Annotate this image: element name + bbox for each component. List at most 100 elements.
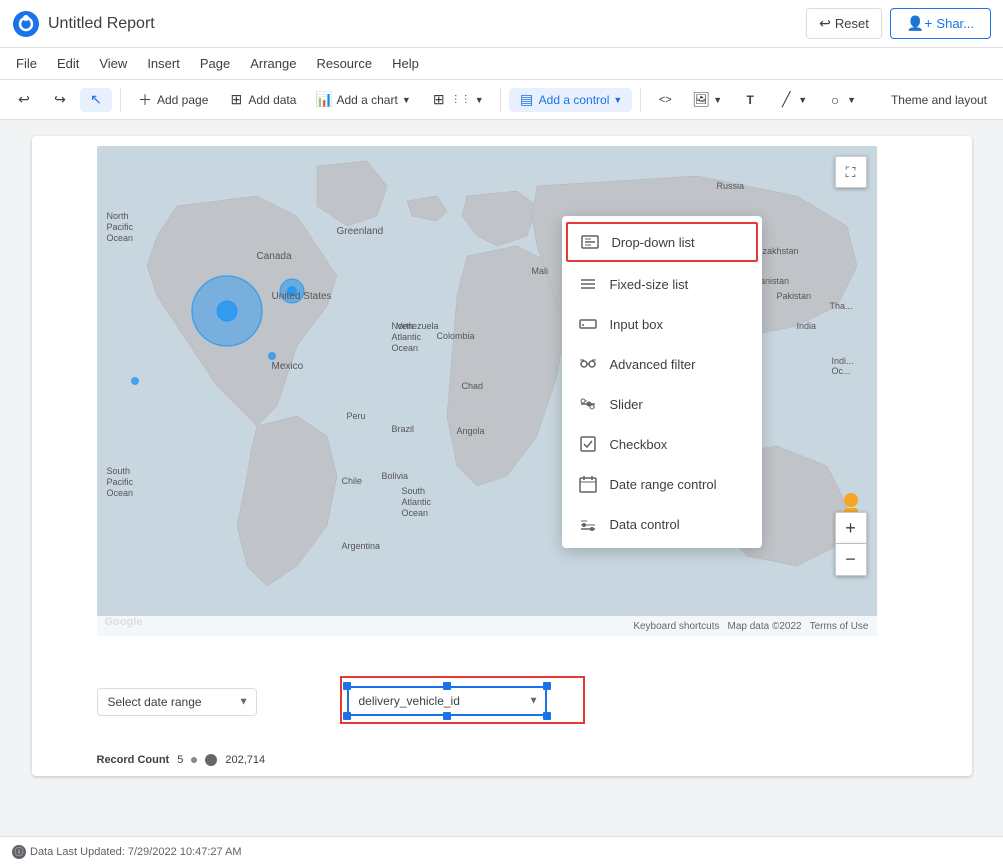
share-icon: 👤+ [907,15,933,32]
dropdown-menu-item-checkbox[interactable]: Checkbox [562,424,762,464]
menu-resource[interactable]: Resource [308,52,380,75]
data-control-icon [578,514,598,534]
connect-button[interactable]: ⊞ ⋮⋮ ▼ [423,88,492,112]
map-data-label: Map data ©2022 [728,621,802,632]
terms-label: Terms of Use [810,621,869,632]
share-button[interactable]: 👤+ Shar... [890,8,991,39]
dropdown-value-wrapper[interactable]: delivery_vehicle_id ▼ [347,686,547,716]
add-control-dropdown-icon: ▼ [613,95,622,105]
handle-bottom-right[interactable] [543,712,551,720]
fullscreen-icon: ⛶ [846,164,856,181]
add-data-button[interactable]: ⊞ Add data [220,88,304,112]
add-chart-dropdown-icon: ▼ [402,95,411,105]
line-dropdown-icon: ▼ [798,95,807,105]
add-page-button[interactable]: ＋ Add page [129,88,216,112]
add-control-icon: ▤ [519,92,535,108]
menu-help[interactable]: Help [384,52,427,75]
redo-button[interactable] [44,88,76,112]
redo-icon [52,92,68,108]
menu-view[interactable]: View [91,52,135,75]
menu-edit[interactable]: Edit [49,52,87,75]
checkbox-icon [578,434,598,454]
add-control-dropdown-menu: Drop-down list Fixed-size list [562,216,762,548]
sep2 [500,88,501,112]
shape-button[interactable]: ○ ▼ [819,88,864,112]
handle-bottom-middle[interactable] [443,712,451,720]
date-range-label: Date range control [610,477,717,492]
menu-file[interactable]: File [8,52,45,75]
toolbar: ↖ ＋ Add page ⊞ Add data 📊 Add a chart ▼ … [0,80,1003,120]
checkbox-label: Checkbox [610,437,668,452]
menu-arrange[interactable]: Arrange [242,52,304,75]
status-text: Data Last Updated: 7/29/2022 10:47:27 AM [30,846,242,858]
connect-icon: ⊞ [431,92,447,108]
dropdown-control[interactable]: delivery_vehicle_id ▼ [347,686,547,716]
shape-icon: ○ [827,92,843,108]
handle-bottom-left[interactable] [343,712,351,720]
menu-page[interactable]: Page [192,52,238,75]
record-count-number: 202,714 [225,754,265,766]
add-control-label: Add a control [539,93,610,107]
menu-insert[interactable]: Insert [139,52,188,75]
record-count-dot-small [191,757,197,763]
dropdown-menu-item-data-control[interactable]: Data control [562,504,762,544]
dropdown-menu-item-date-range[interactable]: Date range control [562,464,762,504]
cursor-button[interactable]: ↖ [80,88,112,112]
map-zoom-out-button[interactable]: − [835,544,867,576]
report-title: Untitled Report [48,15,798,33]
handle-top-left[interactable] [343,682,351,690]
add-data-label: Add data [248,93,296,107]
add-data-icon: ⊞ [228,92,244,108]
sep3 [640,88,641,112]
undo-button[interactable] [8,88,40,112]
reset-button[interactable]: ↩ Reset [806,8,882,39]
dropdown-menu-item-advanced-filter[interactable]: Advanced filter [562,344,762,384]
date-range-control[interactable]: Select date range ▼ [97,688,257,716]
text-icon: T [742,92,758,108]
reset-label: Reset [835,16,869,31]
connect-label: ⋮⋮ [451,94,471,105]
theme-layout-button[interactable]: Theme and layout [883,89,995,111]
record-count-value: 5 [177,754,183,766]
cursor-icon: ↖ [88,92,104,108]
date-range-select[interactable]: Select date range [97,688,257,716]
keyboard-shortcuts-label: Keyboard shortcuts [633,621,719,632]
sep1 [120,88,121,112]
image-button[interactable]: 🖼 ▼ [685,88,730,112]
dropdown-menu-item-slider[interactable]: Slider [562,384,762,424]
add-control-button[interactable]: ▤ Add a control ▼ [509,88,633,112]
top-bar: Untitled Report ↩ Reset 👤+ Shar... [0,0,1003,48]
map-zoom-in-button[interactable]: + [835,512,867,544]
fixed-list-label: Fixed-size list [610,277,689,292]
dropdown-menu-item-dropdown-list[interactable]: Drop-down list [566,222,758,262]
dropdown-menu-item-fixed-list[interactable]: Fixed-size list [562,264,762,304]
app-logo [12,10,40,38]
date-select-wrapper[interactable]: Select date range ▼ [97,688,257,716]
add-page-label: Add page [157,93,208,107]
input-box-label: Input box [610,317,664,332]
code-icon: <> [657,92,673,108]
code-button[interactable]: <> [649,88,681,112]
top-bar-actions: ↩ Reset 👤+ Shar... [806,8,991,39]
add-page-icon: ＋ [137,92,153,108]
text-button[interactable]: T [734,88,766,112]
add-chart-button[interactable]: 📊 Add a chart ▼ [308,88,418,112]
slider-icon [578,394,598,414]
report-canvas: Greenland Canada United States Mexico No… [32,136,972,776]
map-footer: Keyboard shortcuts Map data ©2022 Terms … [97,616,877,636]
input-box-icon [578,314,598,334]
handle-top-middle[interactable] [443,682,451,690]
add-chart-icon: 📊 [316,92,332,108]
dropdown-list-icon [580,232,600,252]
map-fullscreen-button[interactable]: ⛶ [835,156,867,188]
image-icon: 🖼 [693,92,709,108]
dropdown-menu-item-input-box[interactable]: Input box [562,304,762,344]
record-count-dot-large [205,754,217,766]
line-button[interactable]: ╱ ▼ [770,88,815,112]
share-label: Shar... [936,16,974,31]
dropdown-list-label: Drop-down list [612,235,695,250]
shape-dropdown-icon: ▼ [847,95,856,105]
advanced-filter-label: Advanced filter [610,357,696,372]
handle-top-right[interactable] [543,682,551,690]
advanced-filter-icon [578,354,598,374]
